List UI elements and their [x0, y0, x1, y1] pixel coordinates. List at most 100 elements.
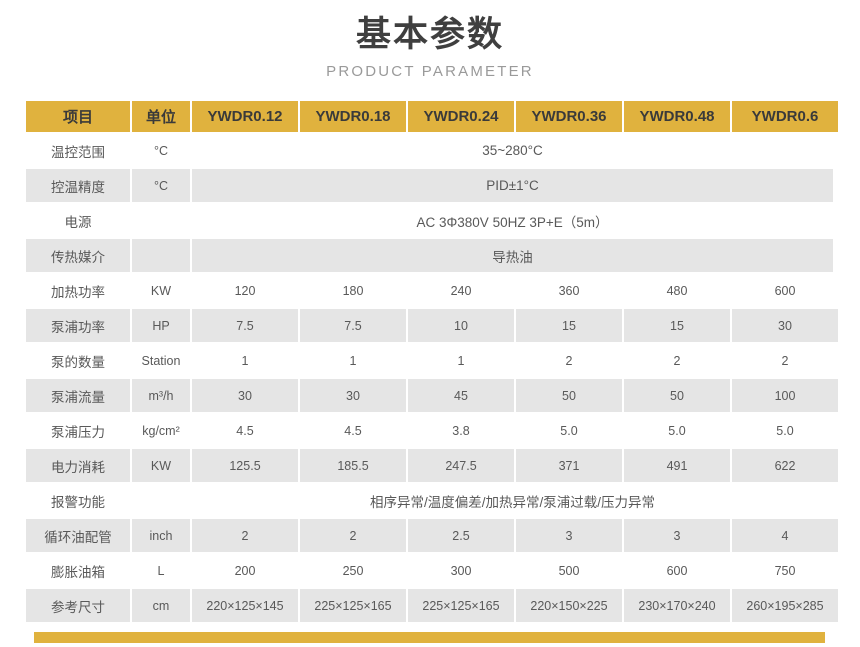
- product-parameter-page: 基本参数 PRODUCT PARAMETER 项目 单位 YWDR0.12 YWDR0…: [0, 0, 860, 647]
- table-row: 泵浦流量 m³/h 30 30 45 50 50 100: [26, 379, 838, 412]
- page-title: 基本参数: [355, 15, 504, 54]
- row-value-cell: 750: [732, 554, 838, 587]
- row-unit-label: m³/h: [132, 379, 190, 412]
- row-merged-value: 相序异常/温度偏差/加热异常/泵浦过载/压力异常: [192, 484, 833, 517]
- table-row: 加热功率 KW 120 180 240 360 480 600: [26, 274, 838, 307]
- column-header-3: YWDR0.18: [300, 101, 406, 132]
- row-unit-label: [132, 239, 190, 272]
- row-value-cell: 225×125×165: [300, 589, 406, 622]
- row-item-label: 泵浦压力: [26, 414, 130, 447]
- table-row: 控温精度 °C PID±1°C: [26, 169, 833, 202]
- row-value-cell: 5.0: [624, 414, 730, 447]
- row-item-label: 电力消耗: [26, 449, 130, 482]
- row-value-cell: 220×150×225: [516, 589, 622, 622]
- row-value-cell: 2: [624, 344, 730, 377]
- row-value-cell: 125.5: [192, 449, 298, 482]
- row-value-cell: 500: [516, 554, 622, 587]
- row-unit-label: inch: [132, 519, 190, 552]
- row-unit-label: HP: [132, 309, 190, 342]
- row-value-cell: 10: [408, 309, 514, 342]
- row-item-label: 温控范围: [26, 134, 130, 167]
- table-row: 循环油配管 inch 2 2 2.5 3 3 4: [26, 519, 838, 552]
- row-value-cell: 240: [408, 274, 514, 307]
- row-value-cell: 247.5: [408, 449, 514, 482]
- row-value-cell: 45: [408, 379, 514, 412]
- row-value-cell: 225×125×165: [408, 589, 514, 622]
- row-value-cell: 260×195×285: [732, 589, 838, 622]
- row-value-cell: 1: [408, 344, 514, 377]
- row-value-cell: 600: [732, 274, 838, 307]
- row-value-cell: 4.5: [192, 414, 298, 447]
- row-value-cell: 2: [192, 519, 298, 552]
- column-header-1: 单位: [132, 101, 190, 132]
- row-value-cell: 480: [624, 274, 730, 307]
- row-value-cell: 50: [624, 379, 730, 412]
- row-unit-label: kg/cm²: [132, 414, 190, 447]
- table-row: 传热媒介 导热油: [26, 239, 833, 272]
- column-header-0: 项目: [26, 101, 130, 132]
- row-value-cell: 1: [300, 344, 406, 377]
- row-unit-label: [132, 484, 190, 517]
- row-item-label: 泵的数量: [26, 344, 130, 377]
- row-value-cell: 4: [732, 519, 838, 552]
- row-value-cell: 300: [408, 554, 514, 587]
- row-merged-value: PID±1°C: [192, 169, 833, 202]
- row-item-label: 报警功能: [26, 484, 130, 517]
- row-value-cell: 50: [516, 379, 622, 412]
- row-value-cell: 100: [732, 379, 838, 412]
- column-header-5: YWDR0.36: [516, 101, 622, 132]
- row-value-cell: 7.5: [300, 309, 406, 342]
- row-merged-value: AC 3Φ380V 50HZ 3P+E（5m）: [192, 204, 833, 237]
- table-header-row: 项目 单位 YWDR0.12 YWDR0.18 YWDR0.24 YWDR0.36 YWDR…: [26, 101, 838, 132]
- row-merged-value: 导热油: [192, 239, 833, 272]
- row-unit-label: °C: [132, 169, 190, 202]
- table-row: 参考尺寸 cm 220×125×145 225×125×165 225×125×165 2…: [26, 589, 838, 622]
- column-header-2: YWDR0.12: [192, 101, 298, 132]
- table-row: 报警功能 相序异常/温度偏差/加热异常/泵浦过载/压力异常: [26, 484, 833, 517]
- row-value-cell: 30: [732, 309, 838, 342]
- row-value-cell: 30: [192, 379, 298, 412]
- row-value-cell: 220×125×145: [192, 589, 298, 622]
- row-item-label: 控温精度: [26, 169, 130, 202]
- row-item-label: 参考尺寸: [26, 589, 130, 622]
- row-value-cell: 4.5: [300, 414, 406, 447]
- row-unit-label: KW: [132, 449, 190, 482]
- row-value-cell: 491: [624, 449, 730, 482]
- row-value-cell: 1: [192, 344, 298, 377]
- column-header-7: YWDR0.6: [732, 101, 838, 132]
- row-item-label: 膨胀油箱: [26, 554, 130, 587]
- row-item-label: 循环油配管: [26, 519, 130, 552]
- row-item-label: 加热功率: [26, 274, 130, 307]
- row-value-cell: 30: [300, 379, 406, 412]
- row-value-cell: 7.5: [192, 309, 298, 342]
- row-value-cell: 15: [516, 309, 622, 342]
- table-row: 泵浦压力 kg/cm² 4.5 4.5 3.8 5.0 5.0 5.0: [26, 414, 838, 447]
- row-value-cell: 3: [624, 519, 730, 552]
- row-value-cell: 185.5: [300, 449, 406, 482]
- row-value-cell: 250: [300, 554, 406, 587]
- row-value-cell: 2: [516, 344, 622, 377]
- row-value-cell: 15: [624, 309, 730, 342]
- table-row: 泵的数量 Station 1 1 1 2 2 2: [26, 344, 838, 377]
- page-subtitle: PRODUCT PARAMETER: [326, 63, 534, 80]
- column-header-4: YWDR0.24: [408, 101, 514, 132]
- row-item-label: 传热媒介: [26, 239, 130, 272]
- row-value-cell: 180: [300, 274, 406, 307]
- row-value-cell: 200: [192, 554, 298, 587]
- row-unit-label: [132, 204, 190, 237]
- row-value-cell: 120: [192, 274, 298, 307]
- row-item-label: 泵浦功率: [26, 309, 130, 342]
- column-header-6: YWDR0.48: [624, 101, 730, 132]
- row-unit-label: °C: [132, 134, 190, 167]
- row-value-cell: 2.5: [408, 519, 514, 552]
- row-item-label: 泵浦流量: [26, 379, 130, 412]
- row-value-cell: 3.8: [408, 414, 514, 447]
- row-unit-label: Station: [132, 344, 190, 377]
- page-heading: 基本参数 PRODUCT PARAMETER: [0, 0, 860, 83]
- row-unit-label: L: [132, 554, 190, 587]
- table-row: 温控范围 °C 35~280°C: [26, 134, 833, 167]
- table-row: 泵浦功率 HP 7.5 7.5 10 15 15 30: [26, 309, 838, 342]
- row-value-cell: 371: [516, 449, 622, 482]
- row-value-cell: 2: [732, 344, 838, 377]
- table-row: 电力消耗 KW 125.5 185.5 247.5 371 491 622: [26, 449, 838, 482]
